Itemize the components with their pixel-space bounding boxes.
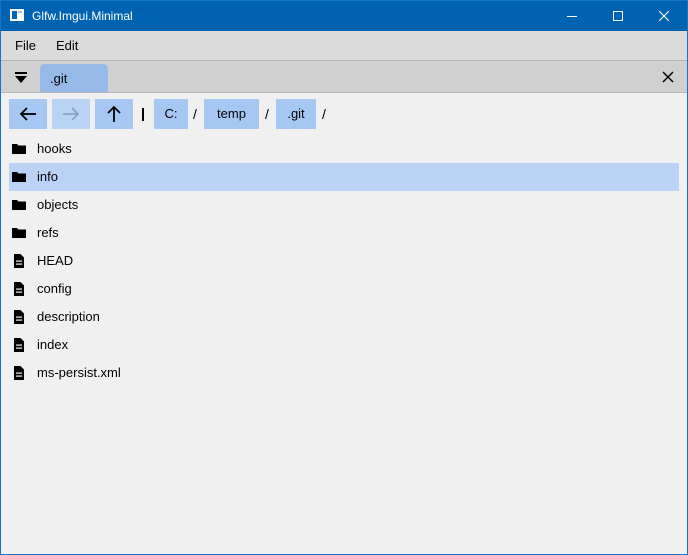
item-name: hooks bbox=[37, 141, 72, 156]
file-icon bbox=[14, 282, 24, 296]
item-name: description bbox=[37, 309, 100, 324]
item-name: info bbox=[37, 169, 58, 184]
minimize-icon bbox=[567, 16, 577, 17]
tab-bar: .git bbox=[1, 61, 687, 93]
maximize-button[interactable] bbox=[595, 1, 641, 31]
item-name: objects bbox=[37, 197, 79, 212]
tab-label: .git bbox=[50, 71, 68, 86]
item-name: index bbox=[37, 337, 69, 352]
breadcrumb-git[interactable]: .git bbox=[276, 99, 316, 129]
breadcrumb-separator: / bbox=[265, 106, 269, 122]
item-name: HEAD bbox=[37, 253, 74, 268]
menu-file[interactable]: File bbox=[15, 38, 36, 53]
breadcrumb-temp[interactable]: temp bbox=[204, 99, 259, 129]
close-tab-button[interactable] bbox=[656, 65, 680, 89]
file-icon bbox=[14, 254, 24, 268]
list-item-ms-persist[interactable]: ms-persist.xml bbox=[9, 359, 679, 387]
menu-edit[interactable]: Edit bbox=[56, 38, 78, 53]
folder-icon bbox=[12, 144, 26, 154]
arrow-left-icon bbox=[19, 107, 36, 121]
app-icon bbox=[10, 9, 24, 21]
forward-button[interactable] bbox=[52, 99, 90, 129]
up-button[interactable] bbox=[95, 99, 133, 129]
window-title: Glfw.Imgui.Minimal bbox=[32, 9, 133, 23]
arrow-right-icon bbox=[63, 107, 79, 121]
list-item-index[interactable]: index bbox=[9, 331, 679, 359]
title-bar[interactable]: Glfw.Imgui.Minimal bbox=[1, 1, 687, 31]
list-item-info[interactable]: info bbox=[9, 163, 679, 191]
list-item-hooks[interactable]: hooks bbox=[9, 135, 679, 163]
app-window: Glfw.Imgui.Minimal File Edit .git C: / t… bbox=[0, 0, 688, 555]
breadcrumb-separator: / bbox=[322, 106, 326, 122]
minimize-button[interactable] bbox=[549, 1, 595, 31]
item-name: ms-persist.xml bbox=[37, 365, 121, 380]
arrow-up-icon bbox=[107, 105, 121, 122]
list-item-objects[interactable]: objects bbox=[9, 191, 679, 219]
file-icon bbox=[14, 366, 24, 380]
folder-icon bbox=[12, 228, 26, 238]
maximize-icon bbox=[613, 11, 623, 21]
item-name: refs bbox=[37, 225, 59, 240]
tab-list-dropdown-icon bbox=[15, 72, 27, 83]
list-item-refs[interactable]: refs bbox=[9, 219, 679, 247]
close-icon bbox=[659, 11, 669, 21]
navigation-bar: C: / temp / .git / bbox=[1, 99, 687, 131]
tab-git[interactable]: .git bbox=[40, 64, 108, 92]
nav-divider bbox=[142, 108, 144, 121]
menu-bar: File Edit bbox=[1, 31, 687, 61]
close-window-button[interactable] bbox=[641, 1, 687, 31]
list-item-config[interactable]: config bbox=[9, 275, 679, 303]
breadcrumb-separator: / bbox=[193, 106, 197, 122]
folder-icon bbox=[12, 172, 26, 182]
folder-icon bbox=[12, 200, 26, 210]
back-button[interactable] bbox=[9, 99, 47, 129]
tab-list-button[interactable] bbox=[7, 65, 35, 89]
list-item-head[interactable]: HEAD bbox=[9, 247, 679, 275]
file-list: hooks info objects refs HEAD config desc… bbox=[9, 135, 679, 387]
file-icon bbox=[14, 310, 24, 324]
item-name: config bbox=[37, 281, 72, 296]
file-icon bbox=[14, 338, 24, 352]
list-item-description[interactable]: description bbox=[9, 303, 679, 331]
close-icon bbox=[662, 71, 674, 83]
breadcrumb-drive[interactable]: C: bbox=[154, 99, 188, 129]
